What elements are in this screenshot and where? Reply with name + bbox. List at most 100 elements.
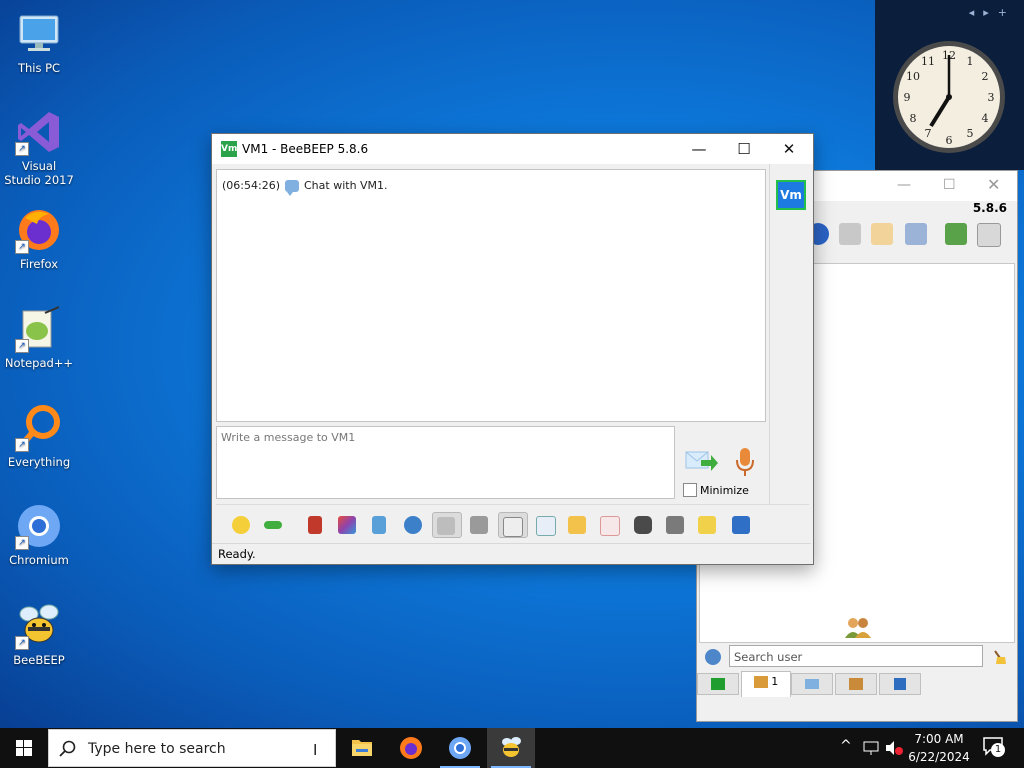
- edit-icon[interactable]: [871, 223, 893, 245]
- desktop-icon-label: BeeBEEP: [13, 653, 65, 667]
- minimize-checkbox[interactable]: [683, 483, 697, 497]
- gadget-prev-button[interactable]: ◂: [969, 6, 984, 19]
- firefox-icon: [400, 737, 422, 759]
- color-icon[interactable]: [334, 512, 360, 538]
- groups-tab-icon: [805, 679, 819, 689]
- tools-icon[interactable]: [905, 223, 927, 245]
- tab-users[interactable]: 1: [741, 671, 791, 697]
- save-icon[interactable]: [728, 512, 754, 538]
- main-maximize-button[interactable]: ☐: [943, 177, 956, 193]
- volume-muted-icon: [886, 741, 903, 755]
- emoticons-icon[interactable]: [228, 512, 254, 538]
- taskbar-file-explorer[interactable]: [338, 728, 386, 768]
- desktop-icon-notepadpp[interactable]: ↗ Notepad++: [2, 305, 76, 370]
- chat-window[interactable]: Vm VM1 - BeeBEEP 5.8.6 — ☐ ✕ (06:54:26) …: [211, 133, 814, 565]
- desktop-icon-firefox[interactable]: ↗ Firefox: [2, 206, 76, 271]
- folder-icon: [352, 740, 372, 756]
- bee-icon: ↗: [15, 602, 63, 650]
- shortcut-arrow-icon: ↗: [15, 636, 29, 650]
- desktop: This PC ↗ Visual Studio 2017 ↗ Firefox ↗…: [0, 0, 1024, 728]
- users-icon[interactable]: [945, 223, 967, 245]
- message-time: (06:54:26): [222, 179, 280, 192]
- spellcheck-icon[interactable]: [432, 512, 462, 538]
- tab-shares[interactable]: [879, 673, 921, 695]
- word-complete-icon[interactable]: [466, 512, 492, 538]
- microphone-icon[interactable]: [734, 446, 756, 478]
- chevron-up-icon[interactable]: ^: [840, 738, 852, 754]
- notepadpp-icon: ↗: [15, 305, 63, 353]
- trash-icon[interactable]: [977, 223, 1001, 247]
- svg-text:6: 6: [946, 134, 953, 147]
- chat-history[interactable]: (06:54:26) Chat with VM1.: [216, 169, 766, 422]
- chat-bubble-icon: [285, 179, 299, 196]
- shares-tab-icon: [894, 678, 906, 690]
- search-icon: [59, 740, 76, 757]
- tab-network[interactable]: [835, 673, 877, 695]
- html-icon[interactable]: [596, 512, 622, 538]
- desktop-icon-beebeep[interactable]: ↗ BeeBEEP: [2, 602, 76, 667]
- firefox-icon: ↗: [15, 206, 63, 254]
- svg-text:1: 1: [967, 55, 974, 68]
- use-return-icon[interactable]: [498, 512, 528, 538]
- chat-titlebar[interactable]: Vm VM1 - BeeBEEP 5.8.6 — ☐ ✕: [212, 134, 813, 164]
- tab-chat[interactable]: [697, 673, 739, 695]
- members-pane: [769, 164, 813, 504]
- shortcut-arrow-icon: ↗: [15, 240, 29, 254]
- taskbar-search-box[interactable]: Type here to search I: [48, 729, 336, 767]
- avatar[interactable]: Vm: [776, 180, 806, 210]
- desktop-icon-chromium[interactable]: ↗ Chromium: [2, 502, 76, 567]
- send-message-icon[interactable]: [685, 447, 719, 475]
- send-folder-icon[interactable]: [564, 512, 590, 538]
- window-title: VM1 - BeeBEEP 5.8.6: [242, 142, 369, 156]
- screenshot-icon[interactable]: [630, 512, 656, 538]
- dropdown-icon[interactable]: [260, 512, 286, 538]
- svg-text:4: 4: [982, 112, 989, 125]
- chromium-icon: ↗: [15, 502, 63, 550]
- svg-text:8: 8: [910, 112, 917, 125]
- minimize-label: Minimize: [700, 484, 749, 497]
- everything-search-icon: ↗: [15, 404, 63, 452]
- main-close-button[interactable]: ✕: [987, 175, 1000, 194]
- message-text: Chat with VM1.: [304, 179, 388, 192]
- monitor-icon: [15, 10, 63, 58]
- taskbar-firefox[interactable]: [387, 728, 435, 768]
- taskbar-beebeep[interactable]: [487, 728, 535, 768]
- taskbar-chromium[interactable]: [436, 728, 484, 768]
- font-icon[interactable]: [302, 512, 328, 538]
- filter-icon[interactable]: [366, 512, 392, 538]
- quick-save-icon[interactable]: [694, 512, 720, 538]
- clear-search-broom-icon[interactable]: [991, 649, 1007, 665]
- tab-groups[interactable]: [791, 673, 833, 695]
- status-bar: Ready.: [212, 543, 811, 563]
- desktop-icon-everything[interactable]: ↗ Everything: [2, 404, 76, 469]
- shortcut-arrow-icon: ↗: [15, 142, 29, 156]
- system-tray: ^: [838, 728, 908, 768]
- main-minimize-button[interactable]: —: [897, 177, 911, 193]
- users-group-icon: [844, 616, 872, 638]
- visual-studio-icon: ↗: [15, 108, 63, 156]
- send-file-icon[interactable]: [532, 512, 558, 538]
- chromium-icon: [449, 737, 471, 759]
- svg-text:10: 10: [906, 70, 920, 83]
- start-button[interactable]: [0, 728, 48, 768]
- minimize-button[interactable]: —: [676, 134, 722, 164]
- maximize-button[interactable]: ☐: [721, 134, 767, 164]
- desktop-icon-this-pc[interactable]: This PC: [2, 10, 76, 75]
- gadget-add-button[interactable]: +: [998, 6, 1016, 19]
- close-button[interactable]: ✕: [766, 134, 812, 164]
- chat-tab-icon: [711, 678, 725, 690]
- message-icon[interactable]: [839, 223, 861, 245]
- svg-text:3: 3: [988, 91, 995, 104]
- notification-center-button[interactable]: 1: [982, 736, 1008, 760]
- desktop-icon-visual-studio[interactable]: ↗ Visual Studio 2017: [2, 108, 76, 187]
- desktop-icon-label: This PC: [17, 61, 61, 75]
- search-options-gear-icon[interactable]: [705, 649, 721, 665]
- taskbar-clock[interactable]: 7:00 AM 6/22/2024: [906, 730, 972, 766]
- gadget-next-button[interactable]: ▸: [983, 6, 998, 19]
- svg-text:5: 5: [967, 127, 974, 140]
- voice-icon[interactable]: [662, 512, 688, 538]
- settings-icon[interactable]: [400, 512, 426, 538]
- clock-gadget[interactable]: 1212 345 678 91011: [890, 38, 1008, 156]
- search-user-input[interactable]: Search user: [729, 645, 983, 667]
- message-input[interactable]: Write a message to VM1: [216, 426, 675, 499]
